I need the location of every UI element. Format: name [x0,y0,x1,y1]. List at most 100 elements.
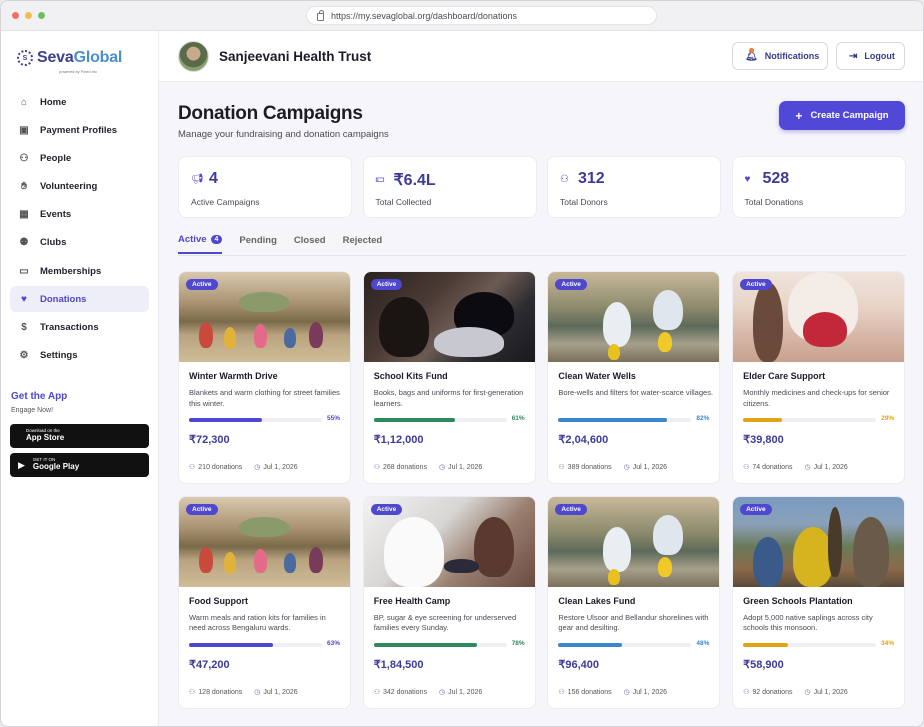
campaign-card[interactable]: Active Green Schools Plantation Adopt 5,00… [732,495,906,709]
sidebar-item-label: Settings [40,350,78,362]
heart-icon: ♥ [21,293,27,305]
campaign-card[interactable]: Active Free Health Camp BP, sugar & eye sc… [362,495,536,709]
campaign-card[interactable]: Active Winter Warmth Drive Blankets and wa… [178,271,351,484]
sidebar-item-payment-profiles[interactable]: ▣ Payment Profiles [10,117,149,143]
progress-fill [558,418,668,422]
stat-card: 📢︎ 4 Active Campaigns [178,156,352,218]
progress-percent: 63% [327,639,341,647]
logout-button[interactable]: ⇥ Logout [836,42,905,70]
donation-count: 389 donations [567,464,612,471]
app-store-button[interactable]: Download on the App Store [10,424,149,448]
campaign-image: Active [733,496,905,587]
campaign-description: BP, sugar & eye screening for underserve… [373,612,517,633]
notifications-button[interactable]: 🔔︎ Notifications [732,42,828,70]
get-app-heading: Get the App [11,391,68,402]
sidebar-item-volunteering[interactable]: ✋︎ Volunteering [10,174,149,200]
campaign-date: Jul 1, 2026 [813,464,848,471]
money-icon: 💵︎ [375,174,385,185]
status-badge: Active [370,503,403,515]
heart-icon: ♥ [744,174,751,185]
progress-fill [558,642,623,647]
progress-fill [743,418,782,422]
sidebar-item-label: Volunteering [40,181,98,193]
status-tabs: Active 4 Pending Closed Rejected [178,234,399,254]
org-avatar[interactable] [178,41,209,72]
engage-text: Engage Now! [11,407,54,414]
page-title: Donation Campaigns [178,103,363,124]
amount-raised: ₹1,84,500 [373,658,424,671]
sidebar-item-label: Home [40,96,67,108]
brand-logo[interactable]: S SevaGlobal [17,49,122,67]
create-campaign-button[interactable]: + Create Campaign [779,101,905,130]
minimize-dot-icon[interactable] [25,12,32,19]
clock-icon: ◷ [254,688,261,696]
progress-fill [373,642,478,647]
donors-icon: ⚇ [373,464,380,471]
tab-pending[interactable]: Pending [239,234,276,254]
campaign-card[interactable]: Active School Kits Fund Books, bags and un… [362,271,536,484]
campaign-meta: ⚇ 389 donations ◷ Jul 1, 2026 [558,463,667,471]
donors-icon: ⚇ [743,688,750,696]
donation-count: 92 donations [752,688,793,696]
campaign-image: Active [733,272,905,362]
campaign-meta: ⚇ 210 donations ◷ Jul 1, 2026 [189,463,298,471]
donors-icon: ⚇ [743,464,750,471]
sidebar-nav: ⌂ Home ▣ Payment Profiles ⚇ People ✋︎ Volunteer… [10,89,149,371]
people-icon: ⚇ [19,152,29,164]
tab-rejected[interactable]: Rejected [343,234,383,254]
campaign-card[interactable]: Active Food Support Warm meals and ration … [178,495,351,709]
sidebar-item-label: Events [40,209,72,221]
tab-label: Active [178,234,207,245]
campaign-meta: ⚇ 156 donations ◷ Jul 1, 2026 [558,688,667,696]
google-play-button[interactable]: ▶ GET IT ON Google Play [10,453,149,477]
sidebar-item-clubs[interactable]: ⚉ Clubs [10,230,149,256]
campaign-image: Active [548,496,720,587]
sidebar: S SevaGlobal powered by Fixed Inc ⌂ Home ▣… [1,31,159,726]
sidebar-item-label: Donations [40,293,87,305]
sidebar-item-memberships[interactable]: ▭ Memberships [10,258,149,284]
tab-active[interactable]: Active 4 [178,234,223,254]
sidebar-item-events[interactable]: ▦ Events [10,202,149,228]
progress-bar [743,642,877,647]
progress-bar [189,418,322,422]
brand-name-seva: Seva [37,49,74,66]
tab-label: Rejected [342,235,383,246]
close-dot-icon[interactable] [12,12,19,19]
status-badge: Active [370,279,403,290]
donors-icon: ⚇ [189,464,196,471]
donors-icon: ⚇ [558,688,565,696]
maximize-dot-icon[interactable] [38,12,45,19]
browser-window: https://my.sevaglobal.org/dashboard/dona… [0,0,924,727]
progress-percent: 61% [511,415,525,422]
sidebar-item-donations[interactable]: ♥ Donations [10,286,149,313]
sidebar-item-people[interactable]: ⚇ People [10,145,149,171]
window-controls [12,12,45,19]
sidebar-item-home[interactable]: ⌂ Home [10,89,149,115]
campaign-date: Jul 1, 2026 [263,688,298,696]
progress-bar [743,418,877,422]
campaign-card[interactable]: Active Clean Water Wells Bore-wells and fi… [547,271,721,484]
wallet-icon: ▣ [19,124,29,136]
campaign-image: Active [179,496,350,587]
calendar-icon: ▦ [19,209,29,221]
sidebar-item-settings[interactable]: ⚙ Settings [10,343,149,369]
campaign-card[interactable]: Active Clean Lakes Fund Restore Ulsoor and… [547,495,721,709]
tab-closed[interactable]: Closed [294,234,326,254]
megaphone-icon: 📢︎ [191,174,204,185]
clock-icon: ◷ [623,464,630,471]
campaign-description: Warm meals and ration kits for families … [189,612,326,633]
progress-percent: 82% [696,415,710,422]
campaign-date: Jul 1, 2026 [632,688,668,696]
main-content: Donation Campaigns Manage your fundraisi… [159,82,923,726]
create-campaign-label: Create Campaign [810,110,889,121]
sidebar-item-label: Transactions [40,322,99,333]
campaign-date: Jul 1, 2026 [448,464,483,471]
sidebar-item-transactions[interactable]: $ Transactions [10,315,149,341]
donation-count: 268 donations [382,464,427,471]
campaign-image: Active [363,496,535,587]
address-bar[interactable]: https://my.sevaglobal.org/dashboard/dona… [306,6,657,25]
campaign-date: Jul 1, 2026 [813,688,848,696]
brand-name-global: Global [73,49,123,66]
campaign-card[interactable]: Active Elder Care Support Monthly medicine… [732,271,906,484]
monitor-icon: ▭ [19,265,29,277]
